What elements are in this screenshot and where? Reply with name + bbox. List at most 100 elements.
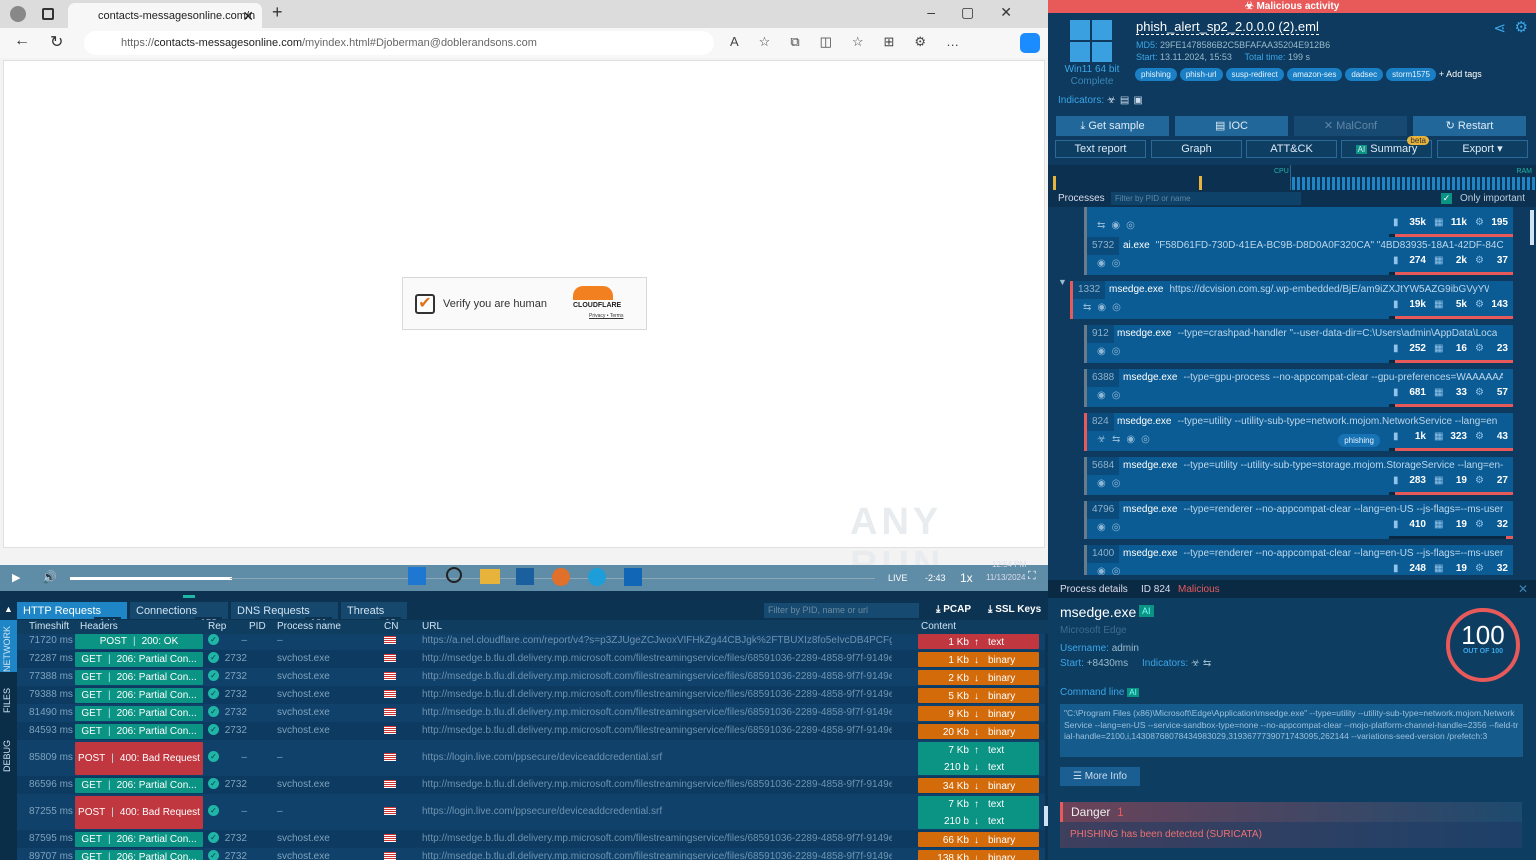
- start-icon[interactable]: [408, 567, 426, 585]
- process-row[interactable]: 5684 msedge.exe --type=utility --utility-s…: [1084, 457, 1513, 495]
- table-row[interactable]: 81490 ms GET | 206: Partial Con... ✓ 2732 svch…: [17, 704, 1045, 722]
- ssl-keys-button[interactable]: ⤓ SSL Keys: [988, 604, 1041, 615]
- ai-badge[interactable]: AI: [1127, 688, 1139, 697]
- content-badge[interactable]: 1 Kb ↑ text: [918, 634, 1039, 649]
- col-pid[interactable]: PID: [249, 621, 266, 632]
- close-tab-icon[interactable]: ✕: [242, 8, 254, 25]
- content-badge[interactable]: 20 Kb ↓ binary: [918, 724, 1039, 739]
- malconf-button[interactable]: ✕ MalConf: [1294, 116, 1407, 136]
- content-badge[interactable]: 7 Kb ↑ text 210 b ↓ text: [918, 742, 1039, 775]
- table-row[interactable]: 72287 ms GET | 206: Partial Con... ✓ 2732 svch…: [17, 650, 1045, 668]
- share-icon[interactable]: ⋖: [1493, 19, 1506, 37]
- table-row[interactable]: 79388 ms GET | 206: Partial Con... ✓ 2732 svch…: [17, 686, 1045, 704]
- text-report-button[interactable]: Text report: [1055, 140, 1146, 158]
- command-line-text[interactable]: "C:\Program Files (x86)\Microsoft\Edge\A…: [1060, 704, 1523, 757]
- status-badge[interactable]: GET | 206: Partial Con...: [75, 724, 203, 739]
- browser-tab[interactable]: contacts-messagesonline.com/n ✕: [68, 3, 262, 28]
- url-input[interactable]: https://contacts-messagesonline.com/myin…: [84, 31, 714, 55]
- table-row[interactable]: 89707 ms GET | 206: Partial Con... ✓ 2732 svch…: [17, 848, 1045, 860]
- window-controls[interactable]: –▢✕: [927, 4, 1038, 21]
- graph-button[interactable]: Graph: [1151, 140, 1242, 158]
- status-badge[interactable]: GET | 206: Partial Con...: [75, 850, 203, 860]
- only-important-checkbox[interactable]: ✓: [1441, 193, 1452, 204]
- table-row[interactable]: 85809 ms POST | 400: Bad Request ✓ – – https://…: [17, 740, 1045, 776]
- explorer-icon[interactable]: [480, 569, 500, 584]
- volume-slider[interactable]: [70, 577, 232, 580]
- tab-dns-requests[interactable]: DNS Requests101: [231, 602, 338, 630]
- restart-button[interactable]: ↻ Restart: [1413, 116, 1526, 136]
- content-badge[interactable]: 138 Kb ↓ binary: [918, 850, 1039, 860]
- status-badge[interactable]: GET | 206: Partial Con...: [75, 706, 203, 721]
- process-row[interactable]: 824 msedge.exe --type=utility --utility-su…: [1084, 413, 1513, 451]
- process-row[interactable]: 912 msedge.exe --type=crashpad-handler "--…: [1084, 325, 1513, 363]
- content-badge[interactable]: 34 Kb ↓ binary: [918, 778, 1039, 793]
- content-badge[interactable]: 2 Kb ↓ binary: [918, 670, 1039, 685]
- status-badge[interactable]: POST | 200: OK: [75, 634, 203, 649]
- tag-amazon-ses[interactable]: amazon-ses: [1286, 68, 1343, 81]
- process-row[interactable]: ⇆◉◎ ▮ 35k ▦ 11k ⚙ 195: [1084, 207, 1513, 237]
- attck-button[interactable]: ATT&CK: [1246, 140, 1337, 158]
- content-badge[interactable]: 1 Kb ↓ binary: [918, 652, 1039, 667]
- firefox-icon[interactable]: [552, 568, 570, 586]
- content-badge[interactable]: 66 Kb ↓ binary: [918, 832, 1039, 847]
- danger-header[interactable]: Danger 1: [1060, 802, 1522, 822]
- network-filter-input[interactable]: Filter by PID, name or url: [764, 603, 919, 618]
- process-filter-input[interactable]: Filter by PID or name: [1111, 192, 1301, 205]
- live-label[interactable]: LIVE: [888, 573, 908, 583]
- fullscreen-icon[interactable]: ⛶: [1028, 570, 1036, 583]
- tag-phish-url[interactable]: phish-url: [1179, 68, 1223, 81]
- content-badge[interactable]: 9 Kb ↓ binary: [918, 706, 1039, 721]
- process-row[interactable]: 4796 msedge.exe --type=renderer --no-appco…: [1084, 501, 1513, 539]
- tag-storm1575[interactable]: storm1575: [1386, 68, 1436, 81]
- collapse-icon[interactable]: ▲: [4, 604, 13, 614]
- task-filename[interactable]: phish_alert_sp2_2.0.0.0 (2).eml: [1136, 19, 1319, 35]
- status-badge[interactable]: POST | 400: Bad Request: [75, 796, 203, 829]
- collapse-arrow-icon[interactable]: ▼: [1058, 277, 1067, 287]
- col-cn[interactable]: CN: [384, 621, 398, 632]
- profile-icon[interactable]: [10, 6, 26, 22]
- phishing-tag[interactable]: phishing: [1338, 434, 1380, 447]
- ai-badge[interactable]: AI: [1139, 605, 1154, 617]
- edge-icon[interactable]: [588, 568, 606, 586]
- status-badge[interactable]: GET | 206: Partial Con...: [75, 652, 203, 667]
- volume-icon[interactable]: 🔊: [42, 570, 57, 584]
- new-tab-icon[interactable]: +: [272, 2, 283, 23]
- col-rep[interactable]: Rep: [208, 621, 226, 632]
- content-badge[interactable]: 5 Kb ↓ binary: [918, 688, 1039, 703]
- play-icon[interactable]: ▶: [12, 571, 20, 584]
- process-scrollbar[interactable]: [1530, 210, 1534, 245]
- table-row[interactable]: 86596 ms GET | 206: Partial Con... ✓ 2732 svch…: [17, 776, 1045, 794]
- pcap-button[interactable]: ⤓ PCAP: [936, 604, 971, 615]
- col-timeshift[interactable]: Timeshift: [29, 621, 69, 632]
- summary-button[interactable]: AI Summary beta: [1341, 136, 1432, 158]
- toolbar-icons[interactable]: A☆⧉◫☆⊞⚙…: [730, 34, 979, 50]
- refresh-icon[interactable]: ↻: [50, 32, 63, 52]
- content-badge[interactable]: 7 Kb ↑ text 210 b ↓ text: [918, 796, 1039, 829]
- store-icon[interactable]: [516, 568, 534, 585]
- outlook-icon[interactable]: [624, 568, 642, 586]
- table-row[interactable]: 87595 ms GET | 206: Partial Con... ✓ 2732 svch…: [17, 830, 1045, 848]
- col-headers[interactable]: Headers: [80, 621, 118, 632]
- add-tags-button[interactable]: + Add tags: [1439, 69, 1482, 79]
- table-row[interactable]: 84593 ms GET | 206: Partial Con... ✓ 2732 svch…: [17, 722, 1045, 740]
- col-url[interactable]: URL: [422, 621, 442, 632]
- tag-dadsec[interactable]: dadsec: [1345, 68, 1384, 81]
- tag-phishing[interactable]: phishing: [1135, 68, 1177, 81]
- ioc-button[interactable]: ▤ IOC: [1175, 116, 1288, 136]
- settings-icon[interactable]: ⚙: [1515, 18, 1528, 36]
- table-row[interactable]: 77388 ms GET | 206: Partial Con... ✓ 2732 svch…: [17, 668, 1045, 686]
- search-icon[interactable]: [446, 567, 462, 583]
- more-info-button[interactable]: ☰ More Info: [1060, 767, 1140, 786]
- col-content[interactable]: Content: [921, 621, 956, 632]
- table-row[interactable]: 71720 ms POST | 200: OK ✓ – – https://a.nel.clo…: [17, 634, 1045, 650]
- verify-checkbox[interactable]: ✔: [415, 294, 435, 314]
- tab-threats[interactable]: Threats18: [341, 602, 407, 630]
- status-badge[interactable]: GET | 206: Partial Con...: [75, 832, 203, 847]
- status-badge[interactable]: GET | 206: Partial Con...: [75, 670, 203, 685]
- tab-connections[interactable]: Connections153: [130, 602, 228, 630]
- export-button[interactable]: Export ▾: [1437, 140, 1528, 158]
- process-row[interactable]: 6388 msedge.exe --type=gpu-process --no-ap…: [1084, 369, 1513, 407]
- process-row[interactable]: 1400 msedge.exe --type=renderer --no-appco…: [1084, 545, 1513, 575]
- process-row[interactable]: 5732 ai.exe "F58D61FD-730D-41EA-BC9B-D8D0A…: [1084, 237, 1513, 275]
- back-icon[interactable]: ←: [14, 32, 30, 50]
